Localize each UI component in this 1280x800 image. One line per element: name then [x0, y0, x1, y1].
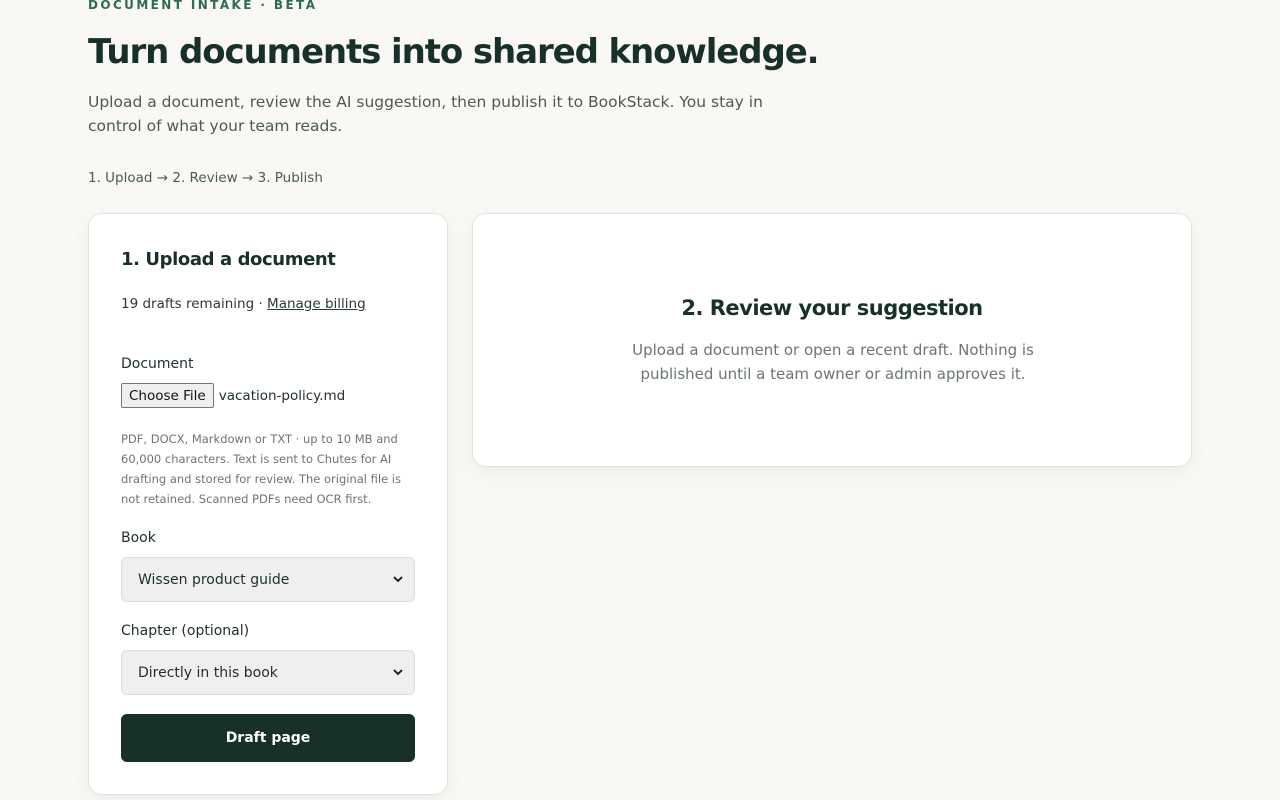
step-indicator: 1. Upload → 2. Review → 3. Publish: [88, 170, 323, 186]
chevron-down-icon: [392, 667, 404, 679]
manage-billing-link[interactable]: Manage billing: [267, 296, 366, 312]
upload-help-text: PDF, DOCX, Markdown or TXT · up to 10 MB…: [121, 432, 401, 506]
book-select-value: Wissen product guide: [138, 571, 290, 588]
eyebrow-label: DOCUMENT INTAKE · BETA: [88, 0, 318, 12]
page-subtitle: Upload a document, review the AI suggest…: [88, 93, 763, 135]
review-card: 2. Review your suggestion Upload a docum…: [472, 213, 1192, 467]
chapter-label: Chapter (optional): [121, 623, 250, 639]
drafts-remaining: 19 drafts remaining · Manage billing: [121, 296, 366, 312]
chapter-select[interactable]: Directly in this book: [121, 650, 415, 695]
file-input[interactable]: Choose File vacation-policy.md: [121, 383, 345, 408]
review-empty-text: Upload a document or open a recent draft…: [632, 341, 1034, 383]
draft-page-button[interactable]: Draft page: [121, 714, 415, 762]
document-label: Document: [121, 356, 194, 372]
chapter-select-value: Directly in this book: [138, 664, 278, 681]
page-title: Turn documents into shared knowledge.: [88, 32, 820, 72]
review-card-title: 2. Review your suggestion: [681, 296, 983, 320]
drafts-remaining-text: 19 drafts remaining ·: [121, 296, 268, 312]
book-select[interactable]: Wissen product guide: [121, 557, 415, 602]
book-label: Book: [121, 530, 156, 546]
chevron-down-icon: [392, 574, 404, 586]
selected-file-name: vacation-policy.md: [218, 387, 346, 404]
upload-card-title: 1. Upload a document: [121, 249, 336, 270]
upload-card: 1. Upload a document 19 drafts remaining…: [88, 213, 448, 795]
choose-file-button[interactable]: Choose File: [121, 383, 214, 408]
